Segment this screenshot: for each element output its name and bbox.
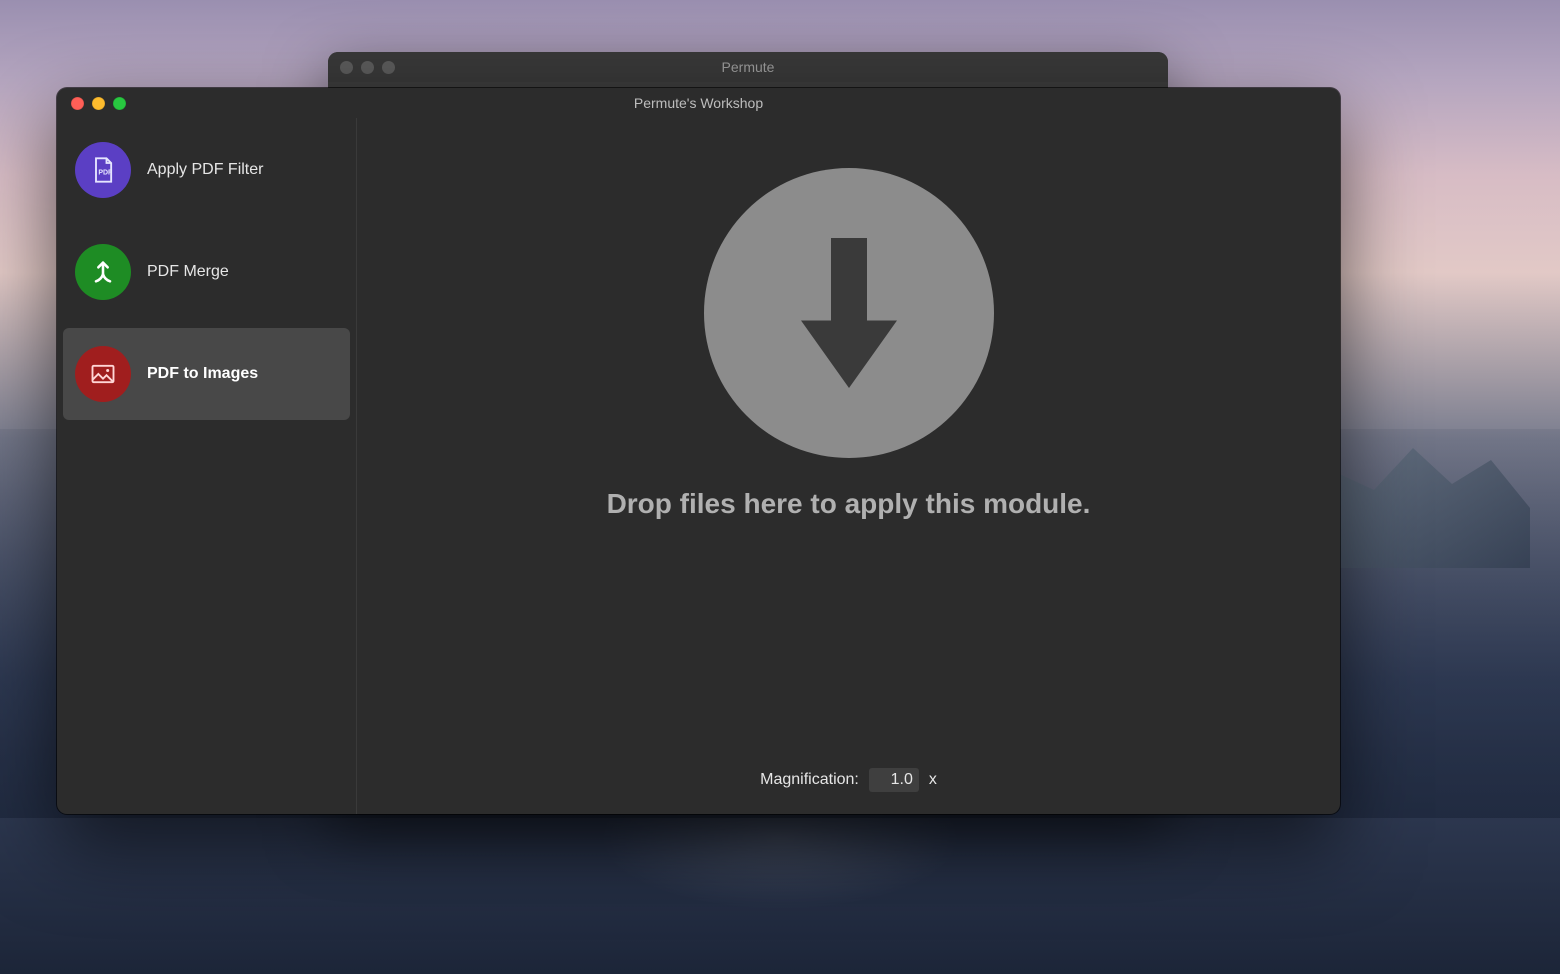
workshop-body: PDF Apply PDF Filter PDF Merge <box>57 118 1340 814</box>
back-window-traffic-lights <box>340 52 395 82</box>
close-button[interactable] <box>71 97 84 110</box>
workshop-window: Permute's Workshop PDF Apply PDF Filter <box>57 88 1340 814</box>
inactive-zoom-dot[interactable] <box>382 61 395 74</box>
sidebar-item-apply-pdf-filter[interactable]: PDF Apply PDF Filter <box>63 124 350 216</box>
merge-icon <box>75 244 131 300</box>
inactive-close-dot[interactable] <box>340 61 353 74</box>
image-icon <box>75 346 131 402</box>
magnification-label: Magnification: <box>760 771 859 789</box>
back-window-title: Permute <box>722 59 775 75</box>
sidebar-item-label: PDF Merge <box>147 263 229 281</box>
module-main-panel: Drop files here to apply this module. Ma… <box>357 118 1340 814</box>
inactive-minimize-dot[interactable] <box>361 61 374 74</box>
magnification-input[interactable] <box>869 768 919 792</box>
svg-text:PDF: PDF <box>98 170 113 177</box>
sidebar-item-pdf-merge[interactable]: PDF Merge <box>63 226 350 318</box>
sidebar-item-label: PDF to Images <box>147 365 258 383</box>
workshop-titlebar[interactable]: Permute's Workshop <box>57 88 1340 118</box>
magnification-row: Magnification: x <box>357 768 1340 792</box>
sidebar-item-pdf-to-images[interactable]: PDF to Images <box>63 328 350 420</box>
workshop-title: Permute's Workshop <box>634 95 763 111</box>
back-window-titlebar[interactable]: Permute <box>328 52 1168 82</box>
down-arrow-icon <box>774 223 924 403</box>
pdf-file-icon: PDF <box>75 142 131 198</box>
magnification-suffix: x <box>929 771 937 789</box>
module-sidebar: PDF Apply PDF Filter PDF Merge <box>57 118 357 814</box>
zoom-button[interactable] <box>113 97 126 110</box>
sidebar-item-label: Apply PDF Filter <box>147 161 263 179</box>
dropzone-message: Drop files here to apply this module. <box>607 488 1091 520</box>
traffic-lights <box>71 88 126 118</box>
minimize-button[interactable] <box>92 97 105 110</box>
dropzone[interactable] <box>704 168 994 458</box>
